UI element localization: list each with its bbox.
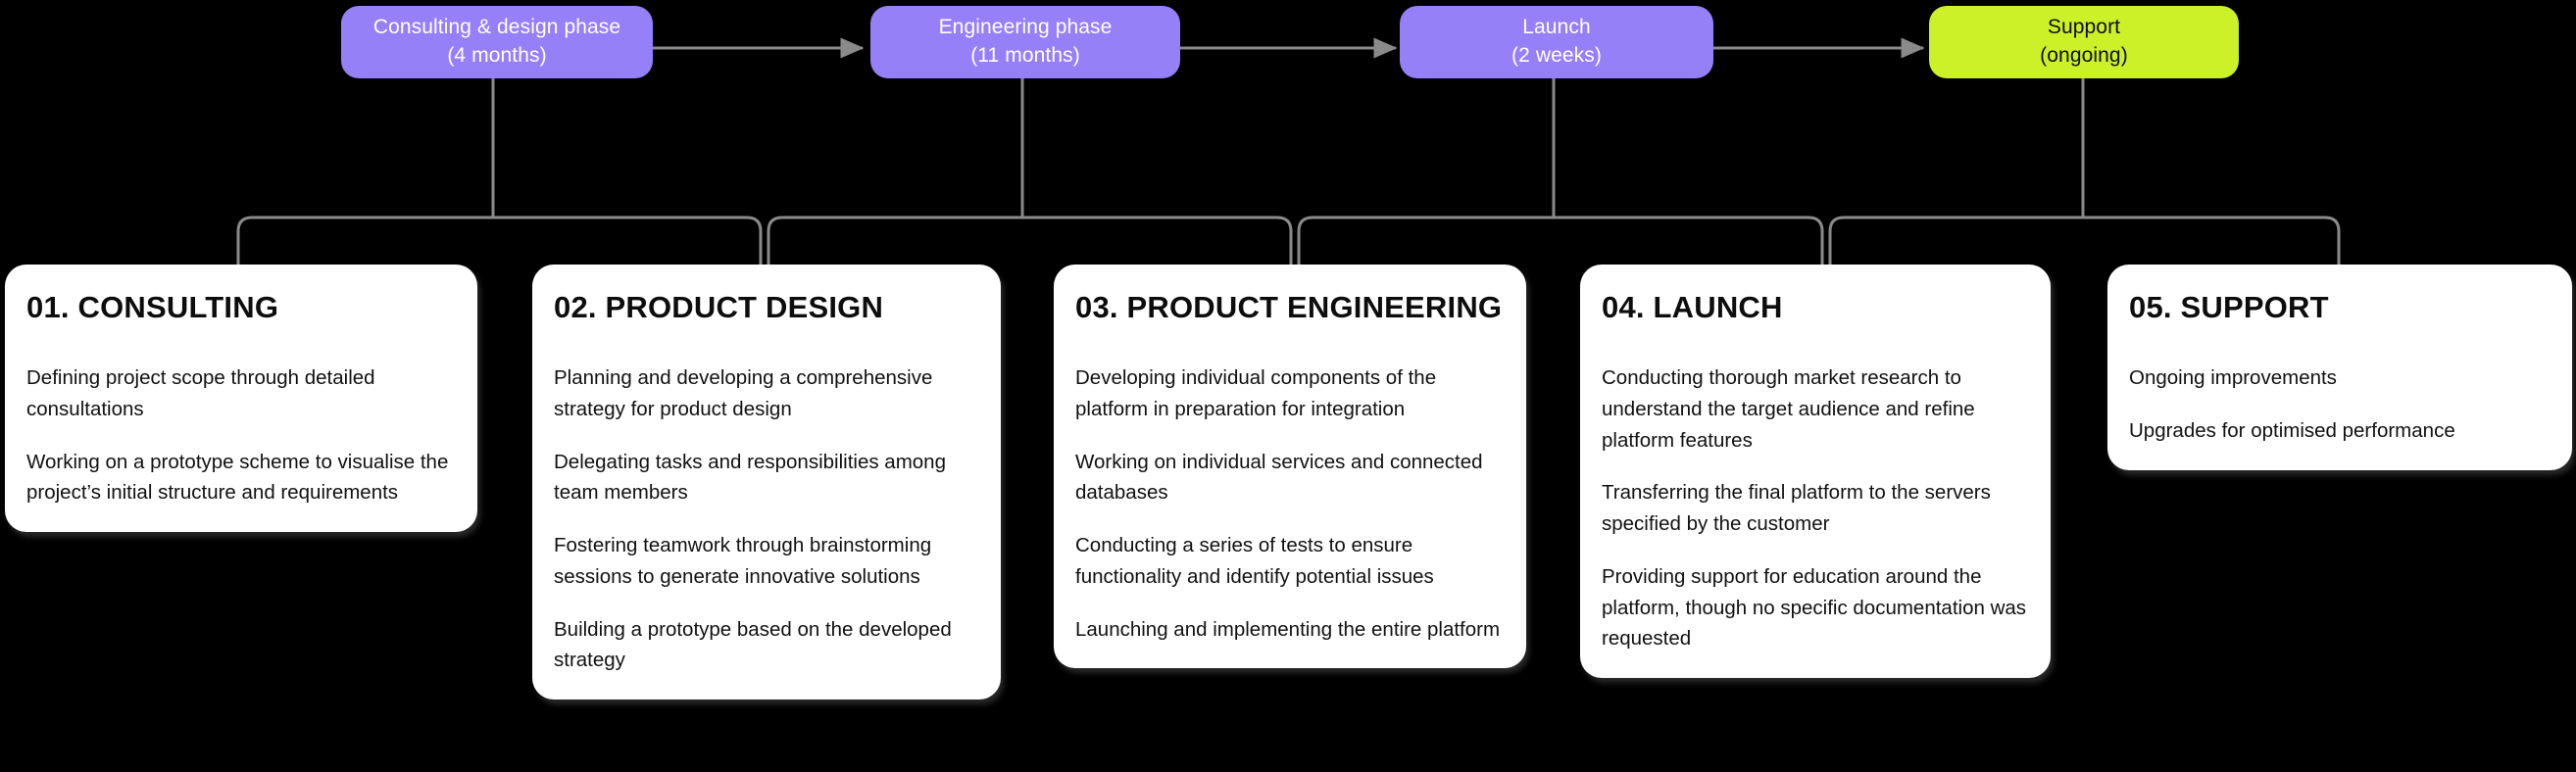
card-title: 03. PRODUCT ENGINEERING [1075,290,1503,324]
phase-title: Launch [1522,16,1591,39]
detail-card-product-design[interactable]: 02. PRODUCT DESIGN Planning and developi… [532,265,1001,700]
card-bullet: Working on a prototype scheme to visuali… [26,450,449,505]
phase-pill-support[interactable]: Support (ongoing) [1929,6,2239,78]
card-bullet: Launching and implementing the entire pl… [1075,617,1501,641]
phase-title: Consulting & design phase [372,16,621,39]
card-title: 01. CONSULTING [26,290,279,324]
card-bullet: Ongoing improvements [2129,366,2337,389]
card-bullet: Fostering teamwork through brainstorming… [554,534,932,588]
phase-pill-consulting-design[interactable]: Consulting & design phase (4 months) [341,6,653,78]
card-bullet: Planning and developing a comprehensive … [554,366,933,420]
card-body: Ongoing improvements Upgrades for optimi… [2129,362,2551,447]
detail-card-launch[interactable]: 04. LAUNCH Conducting thorough market re… [1580,265,2051,679]
phase-duration: (4 months) [447,44,547,67]
phase-duration: (2 weeks) [1511,44,1602,67]
card-bullet: Providing support for education around t… [1602,564,2027,651]
detail-card-consulting[interactable]: 01. CONSULTING Defining project scope th… [5,265,477,533]
bracket-phase-1 [236,78,763,266]
detail-card-product-engineering[interactable]: 03. PRODUCT ENGINEERING Developing indiv… [1054,265,1526,669]
card-bullet: Conducting thorough market research to u… [1602,366,1975,452]
phase-duration: (11 months) [970,44,1080,67]
card-bullet: Defining project scope through detailed … [26,366,375,420]
card-bullet: Upgrades for optimised performance [2129,418,2455,442]
card-bullet: Building a prototype based on the develo… [554,617,952,672]
bracket-phase-2 [767,78,1293,266]
card-body: Developing individual components of the … [1075,362,1505,645]
bracket-phase-4 [1828,78,2341,266]
card-bullet: Developing individual components of the … [1075,366,1437,420]
card-body: Defining project scope through detailed … [26,362,456,508]
card-title: 02. PRODUCT DESIGN [554,290,884,324]
card-bullet: Transferring the final platform to the s… [1602,481,1991,536]
phase-title: Support [2047,16,2121,39]
card-body: Conducting thorough market research to u… [1602,362,2029,654]
card-bullet: Working on individual services and conne… [1075,450,1483,505]
phase-pill-engineering[interactable]: Engineering phase (11 months) [870,6,1180,78]
card-bullet: Delegating tasks and responsibilities am… [554,450,946,505]
card-body: Planning and developing a comprehensive … [554,362,979,676]
phase-title: Engineering phase [938,16,1113,39]
card-title: 04. LAUNCH [1602,290,1783,324]
detail-card-support[interactable]: 05. SUPPORT Ongoing improvements Upgrade… [2107,265,2572,470]
card-bullet: Conducting a series of tests to ensure f… [1075,534,1434,588]
card-title: 05. SUPPORT [2129,290,2329,324]
flowchart-canvas: Consulting & design phase (4 months) Eng… [0,0,2576,772]
bracket-phase-3 [1297,78,1824,266]
phase-pill-launch[interactable]: Launch (2 weeks) [1400,6,1713,78]
phase-duration: (ongoing) [2040,44,2128,67]
